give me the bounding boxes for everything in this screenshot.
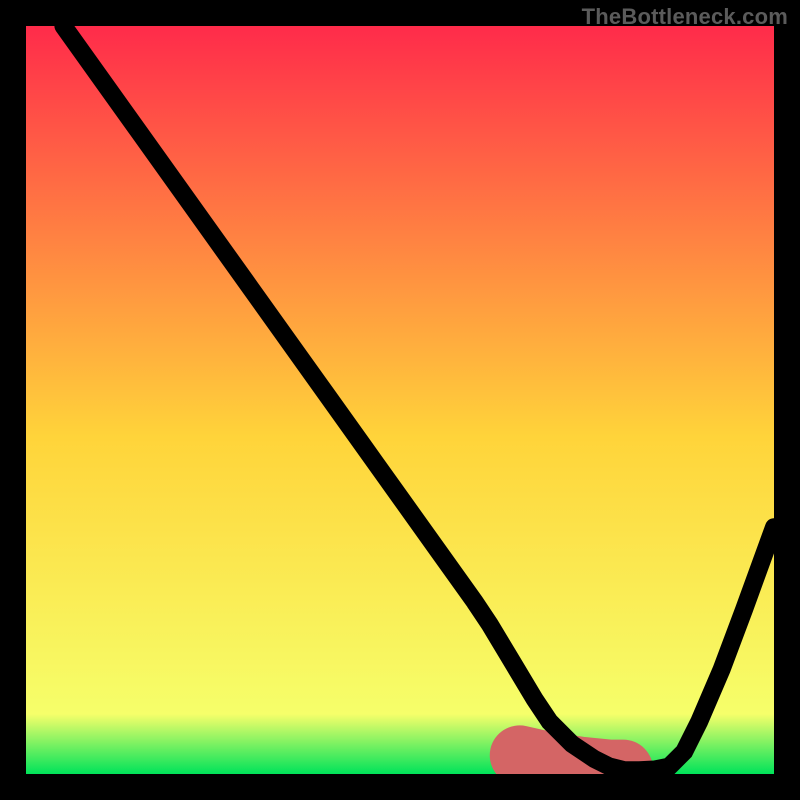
chart-svg [26, 26, 774, 774]
bottleneck-chart [26, 26, 774, 774]
